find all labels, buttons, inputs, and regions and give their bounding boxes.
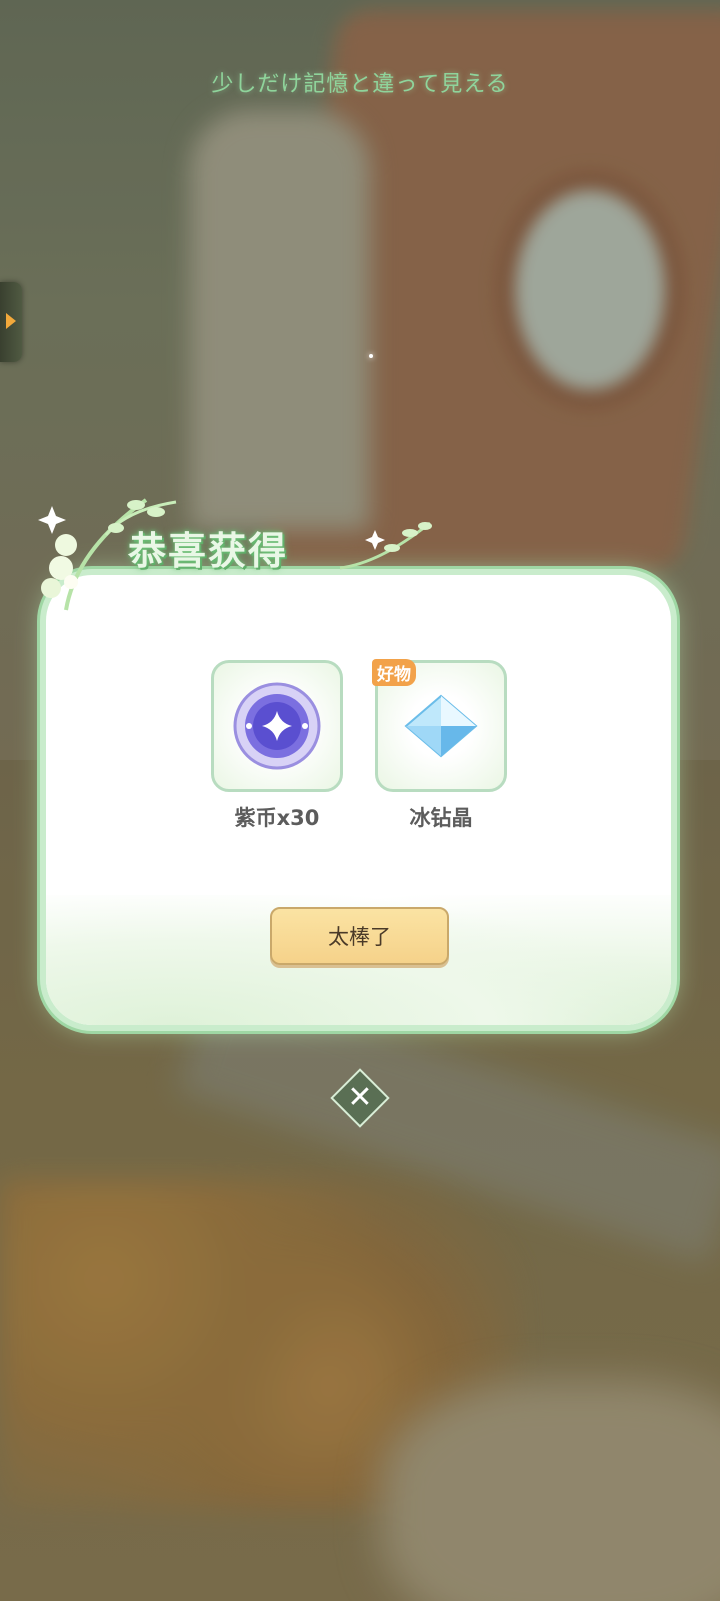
- purple-coin-icon: [233, 682, 321, 770]
- sparkle-icon: [369, 354, 373, 358]
- reward-item-coin[interactable]: [211, 660, 343, 792]
- vine-sprig-icon: [339, 521, 432, 570]
- side-drawer-tab[interactable]: [0, 282, 22, 362]
- close-icon: ✕: [347, 1080, 373, 1115]
- good-item-badge: 好物: [372, 659, 416, 686]
- reward-label-crystal: 冰钻晶: [409, 806, 473, 830]
- arrow-right-icon: [6, 313, 16, 329]
- scene-caption: 少しだけ記憶と違って見える: [211, 72, 509, 97]
- reward-label-coin: 紫币x30: [234, 806, 320, 830]
- confirm-button[interactable]: 太棒了: [270, 907, 449, 965]
- dialog-title: 恭喜获得: [128, 529, 289, 573]
